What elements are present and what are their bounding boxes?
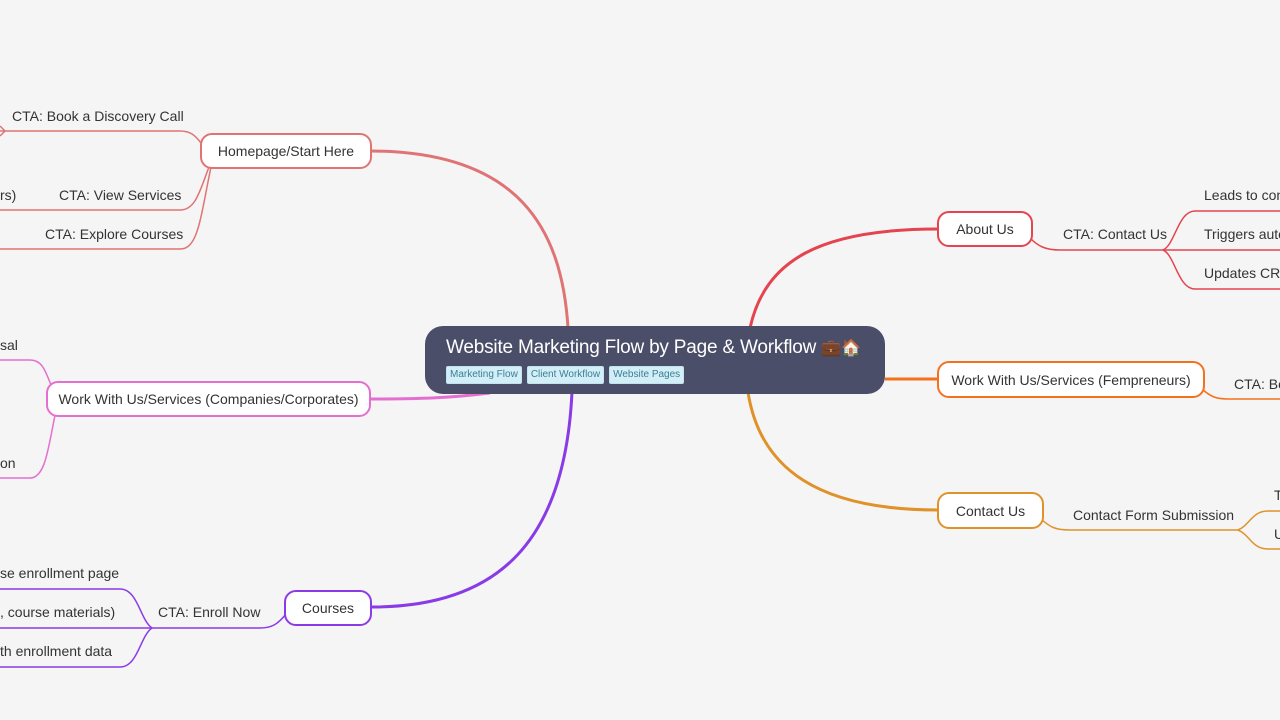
node-partial-services-sibling[interactable]: rs) xyxy=(0,186,16,204)
node-cta-book-discovery-call[interactable]: CTA: Book a Discovery Call xyxy=(12,107,184,125)
node-about-us[interactable]: About Us xyxy=(937,211,1033,247)
node-fempreneurs-label: Work With Us/Services (Fempreneurs) xyxy=(951,371,1191,388)
briefcase-house-emoji-icon: 💼🏠 xyxy=(821,338,861,357)
node-contact-us[interactable]: Contact Us xyxy=(937,492,1044,529)
node-form-child-partial-1[interactable]: T xyxy=(1274,486,1280,504)
node-cta-contact-us[interactable]: CTA: Contact Us xyxy=(1063,225,1167,243)
root-node[interactable]: Website Marketing Flow by Page & Workflo… xyxy=(425,326,885,394)
node-enroll-child-partial-1[interactable]: se enrollment page xyxy=(0,564,119,582)
tag-client-workflow[interactable]: Client Workflow xyxy=(526,366,605,384)
node-homepage-label: Homepage/Start Here xyxy=(217,143,355,159)
node-contact-us-label: Contact Us xyxy=(955,502,1026,519)
node-courses[interactable]: Courses xyxy=(284,590,372,626)
root-title: Website Marketing Flow by Page & Workflo… xyxy=(446,337,817,358)
node-contact-cta-child-2[interactable]: Triggers auto xyxy=(1204,225,1280,243)
link-root-contact xyxy=(746,391,939,512)
node-contact-cta-child-1[interactable]: Leads to con xyxy=(1204,186,1280,204)
link-root-about xyxy=(748,227,939,329)
link-root-courses xyxy=(371,391,574,609)
node-cta-explore-courses[interactable]: CTA: Explore Courses xyxy=(45,225,183,243)
node-corporates-label: Work With Us/Services (Companies/Corpora… xyxy=(58,391,359,407)
node-corporates-child-partial-1[interactable]: sal xyxy=(0,336,18,354)
node-contact-cta-child-3[interactable]: Updates CRM xyxy=(1204,264,1280,282)
link-corp-top xyxy=(0,359,52,386)
node-enroll-child-partial-2[interactable]: , course materials) xyxy=(0,603,115,621)
root-tags: Marketing Flow Client Workflow Website P… xyxy=(446,366,865,384)
tag-marketing-flow[interactable]: Marketing Flow xyxy=(446,366,522,384)
mindmap-canvas[interactable]: Website Marketing Flow by Page & Workflo… xyxy=(0,0,1280,720)
root-title-row: Website Marketing Flow by Page & Workflo… xyxy=(446,336,865,360)
node-work-with-us-fempreneurs[interactable]: Work With Us/Services (Fempreneurs) xyxy=(937,361,1205,398)
node-enroll-child-partial-3[interactable]: th enrollment data xyxy=(0,642,112,660)
node-contact-form-submission[interactable]: Contact Form Submission xyxy=(1073,506,1234,524)
node-work-with-us-corporates[interactable]: Work With Us/Services (Companies/Corpora… xyxy=(46,381,371,417)
node-corporates-child-partial-2[interactable]: on xyxy=(0,454,16,472)
node-cta-enroll-now[interactable]: CTA: Enroll Now xyxy=(158,603,260,621)
node-courses-label: Courses xyxy=(301,600,355,616)
link-root-homepage xyxy=(371,149,570,329)
node-cta-view-services[interactable]: CTA: View Services xyxy=(59,186,181,204)
node-fempreneurs-cta-partial[interactable]: CTA: Bo xyxy=(1234,375,1280,393)
node-form-child-partial-2[interactable]: U xyxy=(1274,525,1280,543)
node-homepage[interactable]: Homepage/Start Here xyxy=(200,133,372,169)
link-home-discovery xyxy=(0,130,202,144)
node-about-us-label: About Us xyxy=(956,221,1014,237)
tag-website-pages[interactable]: Website Pages xyxy=(609,366,685,384)
